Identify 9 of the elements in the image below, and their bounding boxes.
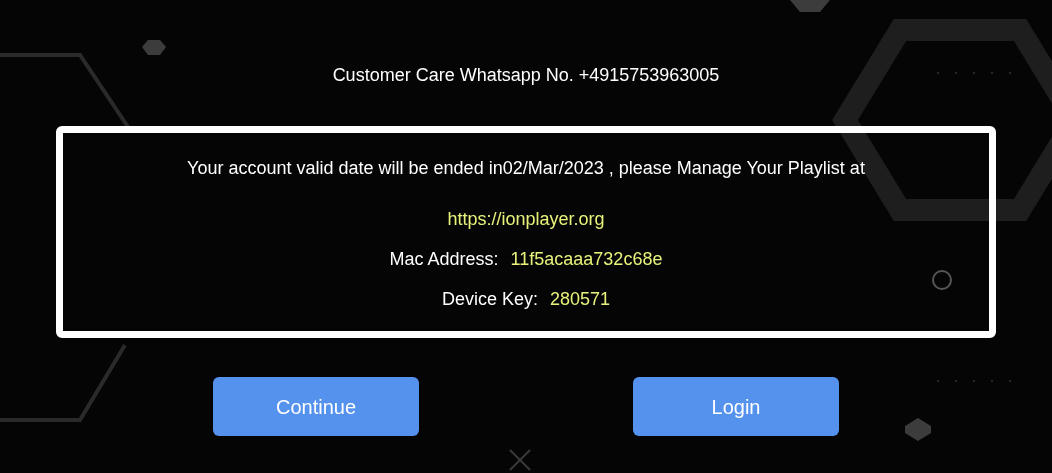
action-button[interactable]: Login <box>633 377 839 436</box>
field-label: Mac Address: <box>389 248 499 271</box>
field-value: 280571 <box>549 288 611 311</box>
website-link[interactable]: https://ionplayer.org <box>447 206 605 232</box>
expiry-message: Your account valid date will be ended in02/Mar/2023 , please Manage Your Playlist at <box>187 157 865 180</box>
support-contact-text: Customer Care Whatsapp No. +4915753963005 <box>332 64 720 87</box>
action-button[interactable]: Continue <box>213 377 419 436</box>
field-label: Device Key: <box>441 288 538 311</box>
field-value: 11f5acaaa732c68e <box>510 248 663 271</box>
